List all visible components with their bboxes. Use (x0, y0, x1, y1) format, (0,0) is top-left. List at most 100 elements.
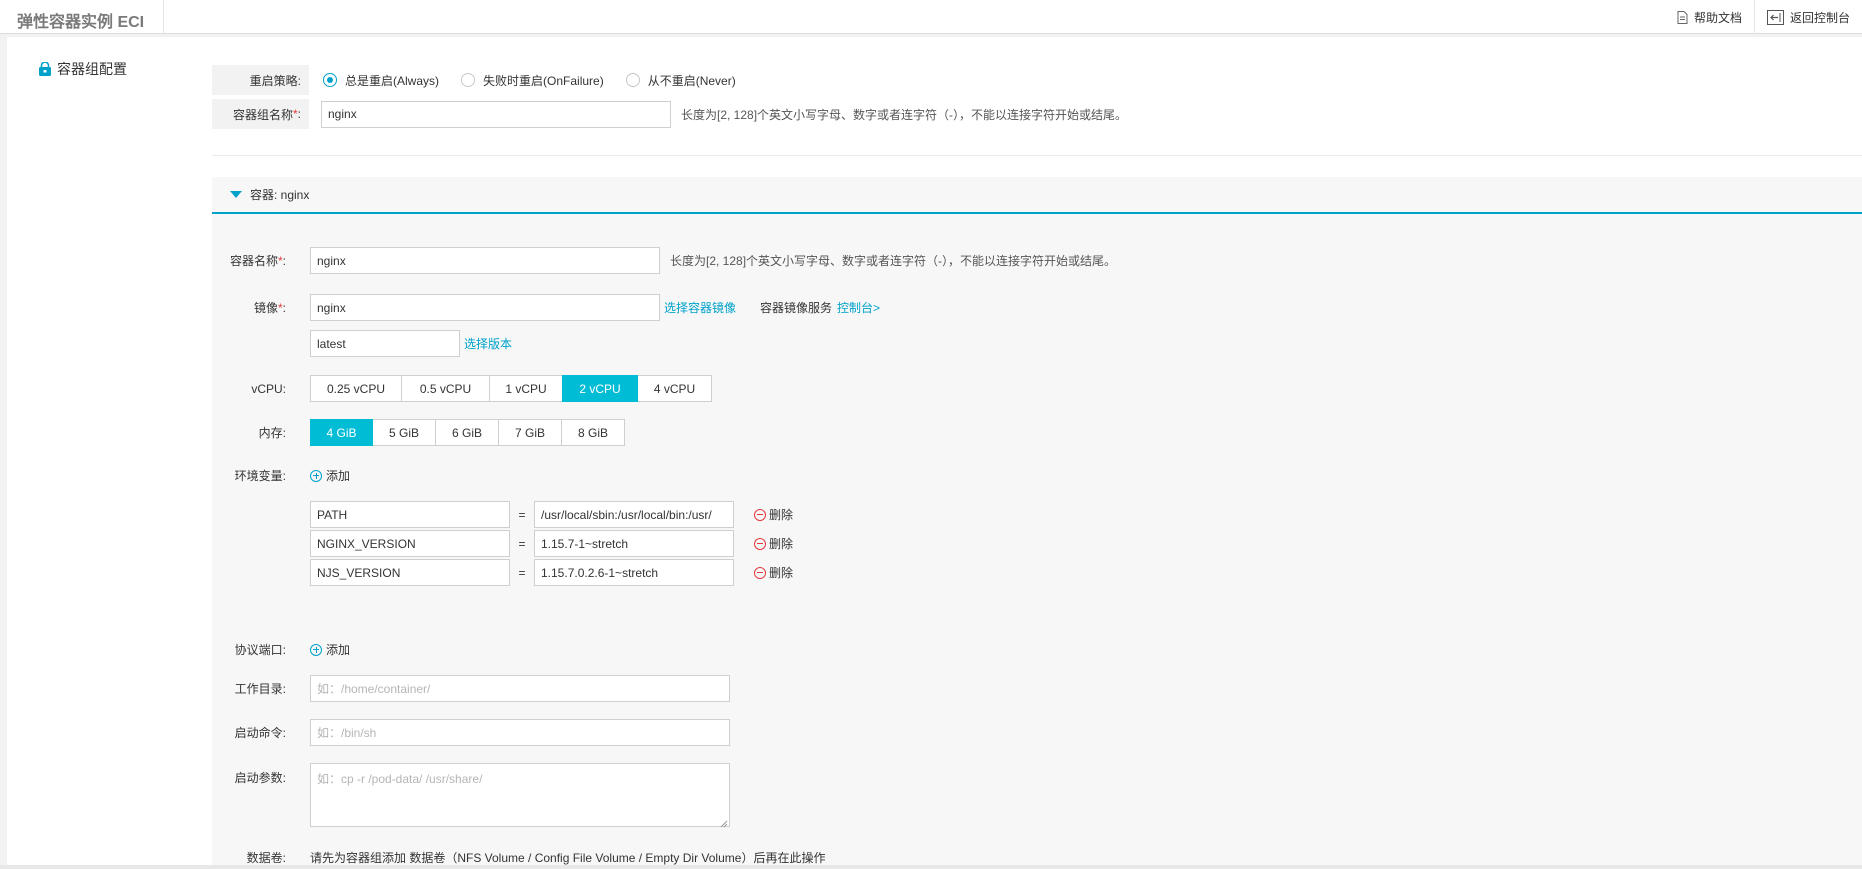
restart-policy-label: 重启策略: (212, 65, 309, 95)
env-key-input[interactable] (310, 501, 510, 528)
plus-circle-icon (310, 643, 322, 656)
group-name-input[interactable] (321, 100, 671, 128)
top-actions: 帮助文档 返回控制台 (1665, 0, 1862, 34)
container-name-label: 容器名称*: (212, 252, 286, 269)
equals-sign: = (518, 507, 526, 522)
add-env-var-button[interactable]: 添加 (310, 467, 350, 484)
equals-sign: = (518, 536, 526, 551)
bottom-strip (0, 865, 1862, 869)
radio-unchecked-icon (461, 73, 476, 87)
vcpu-option[interactable]: 0.5 vCPU (401, 375, 490, 402)
vcpu-label: vCPU: (251, 381, 286, 396)
back-to-console-link[interactable]: 返回控制台 (1753, 0, 1862, 34)
vcpu-option[interactable]: 4 vCPU (637, 375, 712, 402)
vcpu-selector: 0.25 vCPU 0.5 vCPU 1 vCPU 2 vCPU 4 vCPU (310, 375, 712, 402)
env-vars-label: 环境变量: (234, 469, 286, 483)
image-tag-input[interactable] (310, 330, 460, 357)
ports-row: 协议端口: 添加 (212, 641, 350, 658)
env-key-input[interactable] (310, 559, 510, 586)
env-key-input[interactable] (310, 530, 510, 557)
env-value-input[interactable] (534, 530, 734, 557)
memory-row: 内存: 4 GiB 5 GiB 6 GiB 7 GiB 8 GiB (212, 419, 625, 446)
divider (163, 0, 164, 34)
main-panel: 容器组配置 重启策略: 总是重启(Always) 失败时重启(OnFailure… (7, 37, 1862, 865)
image-label-text: 镜像 (253, 301, 278, 315)
ports-label: 协议端口: (234, 643, 286, 657)
vcpu-option[interactable]: 1 vCPU (489, 375, 563, 402)
image-input[interactable] (310, 294, 660, 321)
minus-circle-icon (754, 537, 766, 550)
caret-down-icon (230, 191, 242, 198)
document-icon (1677, 10, 1688, 24)
delete-label: 删除 (769, 537, 794, 551)
radio-never[interactable]: 从不重启(Never) (625, 72, 736, 89)
memory-label: 内存: (258, 426, 286, 440)
resize-handle-icon[interactable] (720, 817, 728, 828)
add-port-label: 添加 (326, 643, 351, 657)
memory-option[interactable]: 5 GiB (372, 419, 436, 446)
args-row: 启动参数: (212, 763, 730, 828)
command-row: 启动命令: (212, 719, 730, 746)
env-value-input[interactable] (534, 501, 734, 528)
image-tag-row: 选择版本 (212, 330, 512, 357)
radio-never-label: 从不重启(Never) (647, 73, 736, 88)
env-vars-row: 环境变量: 添加 (212, 467, 350, 484)
memory-option[interactable]: 6 GiB (435, 419, 499, 446)
memory-option[interactable]: 7 GiB (498, 419, 562, 446)
command-label: 启动命令: (234, 726, 286, 740)
container-name-hint: 长度为[2, 128]个英文小写字母、数字或者连字符（-），不能以连接字符开始或… (670, 254, 1117, 268)
delete-env-var-button[interactable]: 删除 (754, 535, 793, 552)
delete-env-var-button[interactable]: 删除 (754, 564, 793, 581)
vcpu-option[interactable]: 0.25 vCPU (310, 375, 402, 402)
env-value-input[interactable] (534, 559, 734, 586)
memory-option[interactable]: 8 GiB (561, 419, 625, 446)
form-area: 重启策略: 总是重启(Always) 失败时重启(OnFailure) 从不重启… (205, 37, 1862, 865)
args-label: 启动参数: (234, 771, 286, 785)
console-link[interactable]: 控制台> (837, 299, 880, 316)
help-docs-link[interactable]: 帮助文档 (1665, 0, 1754, 34)
sidebar-title-label: 容器组配置 (57, 61, 127, 77)
workdir-input[interactable] (310, 675, 730, 702)
back-to-console-label: 返回控制台 (1789, 10, 1850, 25)
restart-policy-radios: 总是重启(Always) 失败时重启(OnFailure) 从不重启(Never… (323, 72, 736, 89)
select-version-link[interactable]: 选择版本 (464, 335, 512, 352)
radio-checked-icon (323, 73, 337, 87)
group-name-row: 容器组名称*: 长度为[2, 128]个英文小写字母、数字或者连字符（-），不能… (212, 99, 1862, 129)
args-textarea[interactable] (310, 763, 730, 827)
help-docs-label: 帮助文档 (1693, 10, 1742, 25)
env-var-row: = 删除 (310, 530, 793, 557)
image-label: 镜像*: (212, 299, 286, 316)
group-name-hint: 长度为[2, 128]个英文小写字母、数字或者连字符（-），不能以连接字符开始或… (681, 107, 1128, 122)
lock-icon (38, 62, 52, 76)
container-name-label-text: 容器名称 (229, 254, 278, 268)
radio-unchecked-icon (625, 73, 640, 87)
radio-on-failure[interactable]: 失败时重启(OnFailure) (461, 72, 604, 89)
delete-label: 删除 (769, 508, 794, 522)
brand-title: 弹性容器实例 ECI (17, 14, 145, 31)
section-divider (212, 155, 1862, 156)
vcpu-option-selected[interactable]: 2 vCPU (562, 375, 638, 402)
select-image-link[interactable]: 选择容器镜像 (664, 299, 736, 316)
radio-always[interactable]: 总是重启(Always) (323, 72, 439, 89)
memory-selector: 4 GiB 5 GiB 6 GiB 7 GiB 8 GiB (310, 419, 625, 446)
container-header[interactable]: 容器: nginx (212, 177, 1862, 214)
sidebar-title[interactable]: 容器组配置 (38, 59, 127, 79)
minus-circle-icon (754, 508, 766, 521)
label-colon: : (282, 254, 286, 268)
container-name-input[interactable] (310, 247, 660, 274)
equals-sign: = (518, 565, 526, 580)
add-port-button[interactable]: 添加 (310, 641, 350, 658)
container-name-row: 容器名称*: 长度为[2, 128]个英文小写字母、数字或者连字符（-），不能以… (212, 247, 1116, 274)
env-var-row: = 删除 (310, 501, 793, 528)
container-section: 容器: nginx 容器名称*: 长度为[2, 128]个英文小写字母、数字或者… (212, 177, 1862, 865)
delete-env-var-button[interactable]: 删除 (754, 506, 793, 523)
group-name-label: 容器组名称 *: (212, 99, 309, 129)
plus-circle-icon (310, 469, 322, 482)
command-input[interactable] (310, 719, 730, 746)
top-bar: 弹性容器实例 ECI 帮助文档 返回控制台 (0, 0, 1862, 34)
add-env-var-label: 添加 (326, 469, 351, 483)
memory-option-selected[interactable]: 4 GiB (310, 419, 373, 446)
registry-text: 容器镜像服务 (760, 301, 833, 315)
volumes-row: 数据卷: 请先为容器组添加 数据卷（NFS Volume / Config Fi… (212, 849, 826, 866)
workdir-label: 工作目录: (234, 682, 286, 696)
